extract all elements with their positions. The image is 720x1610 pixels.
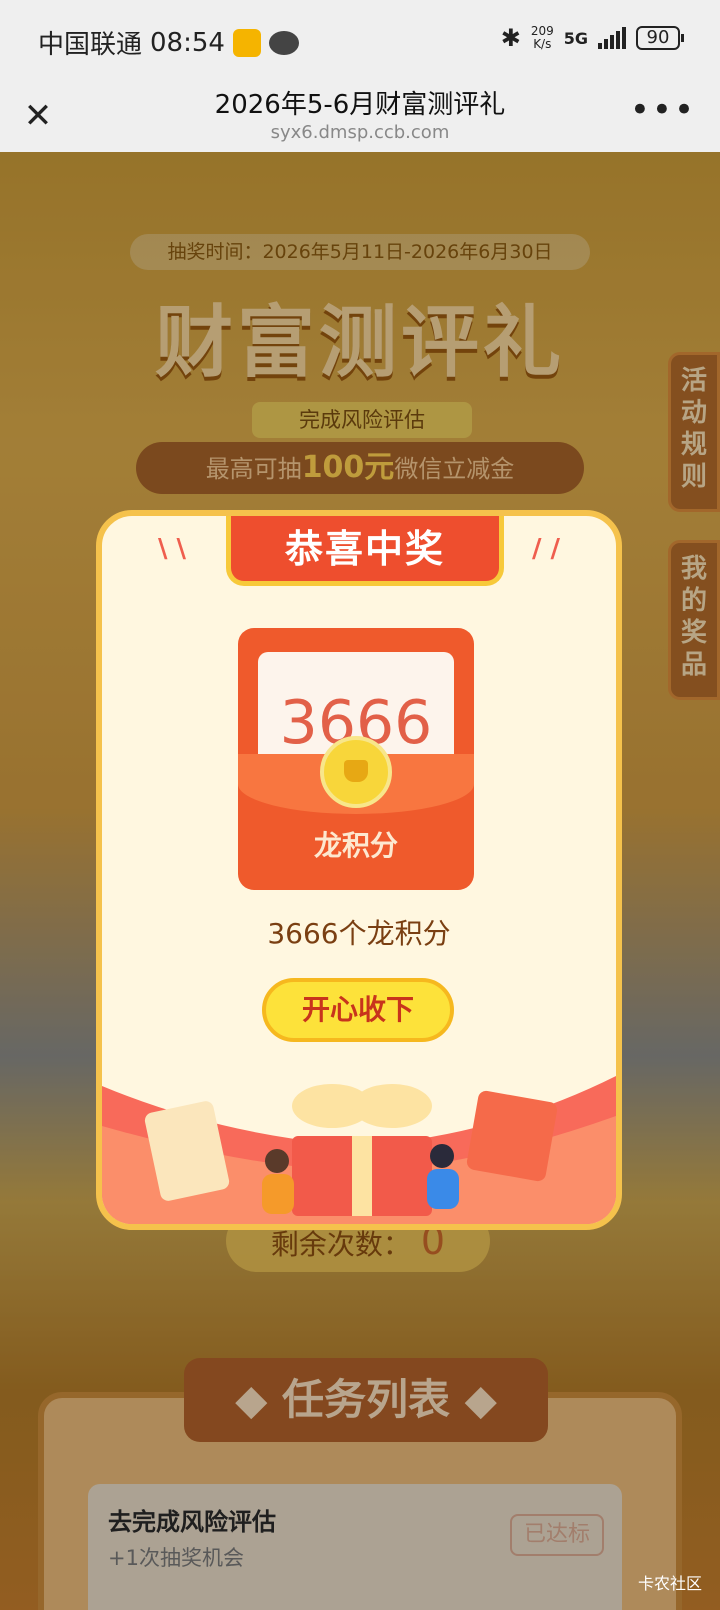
decor-marks-right: / / (531, 534, 560, 564)
battery-level: 90 (646, 27, 670, 48)
prize-modal: \ \ / / 恭喜中奖 3666 龙积分 3666个龙积分 开心收下 (96, 510, 622, 1230)
wechat-icon (268, 30, 299, 55)
accept-button[interactable]: 开心收下 (262, 978, 454, 1042)
clock: 08:54 (150, 27, 225, 58)
gift-illustration (102, 1076, 616, 1224)
coin-icon (320, 736, 392, 808)
net-speed-unit: K/s (533, 37, 552, 51)
prize-card: 3666 龙积分 (238, 628, 474, 890)
weibo-icon (232, 28, 261, 57)
prize-card-label: 龙积分 (313, 829, 398, 862)
signal-icon (598, 27, 626, 49)
watermark: 卡农社区 (637, 1574, 702, 1593)
status-right: ✱ 209 K/s 5G 90 (500, 24, 684, 52)
battery-icon: 90 (636, 26, 684, 50)
status-left: 中国联通 08:54 (38, 24, 299, 61)
network-type: 5G (563, 28, 588, 48)
decor-marks-left: \ \ (158, 534, 187, 564)
bluetooth-icon: ✱ (500, 24, 521, 52)
page-url: syx6.dmsp.ccb.com (270, 122, 450, 143)
more-icon[interactable]: ••• (630, 90, 696, 130)
modal-title: 恭喜中奖 (226, 516, 504, 586)
page-title: 2026年5-6月财富测评礼 (214, 90, 506, 120)
net-speed-value: 209 (530, 24, 554, 38)
prize-description: 3666个龙积分 (267, 917, 451, 950)
carrier-label: 中国联通 (38, 30, 143, 60)
net-speed: 209 K/s (531, 25, 554, 51)
status-bar: 中国联通 08:54 ✱ 209 K/s 5G 90 (0, 0, 720, 84)
browser-title-bar: ✕ 2026年5-6月财富测评礼 syx6.dmsp.ccb.com ••• (0, 84, 720, 152)
